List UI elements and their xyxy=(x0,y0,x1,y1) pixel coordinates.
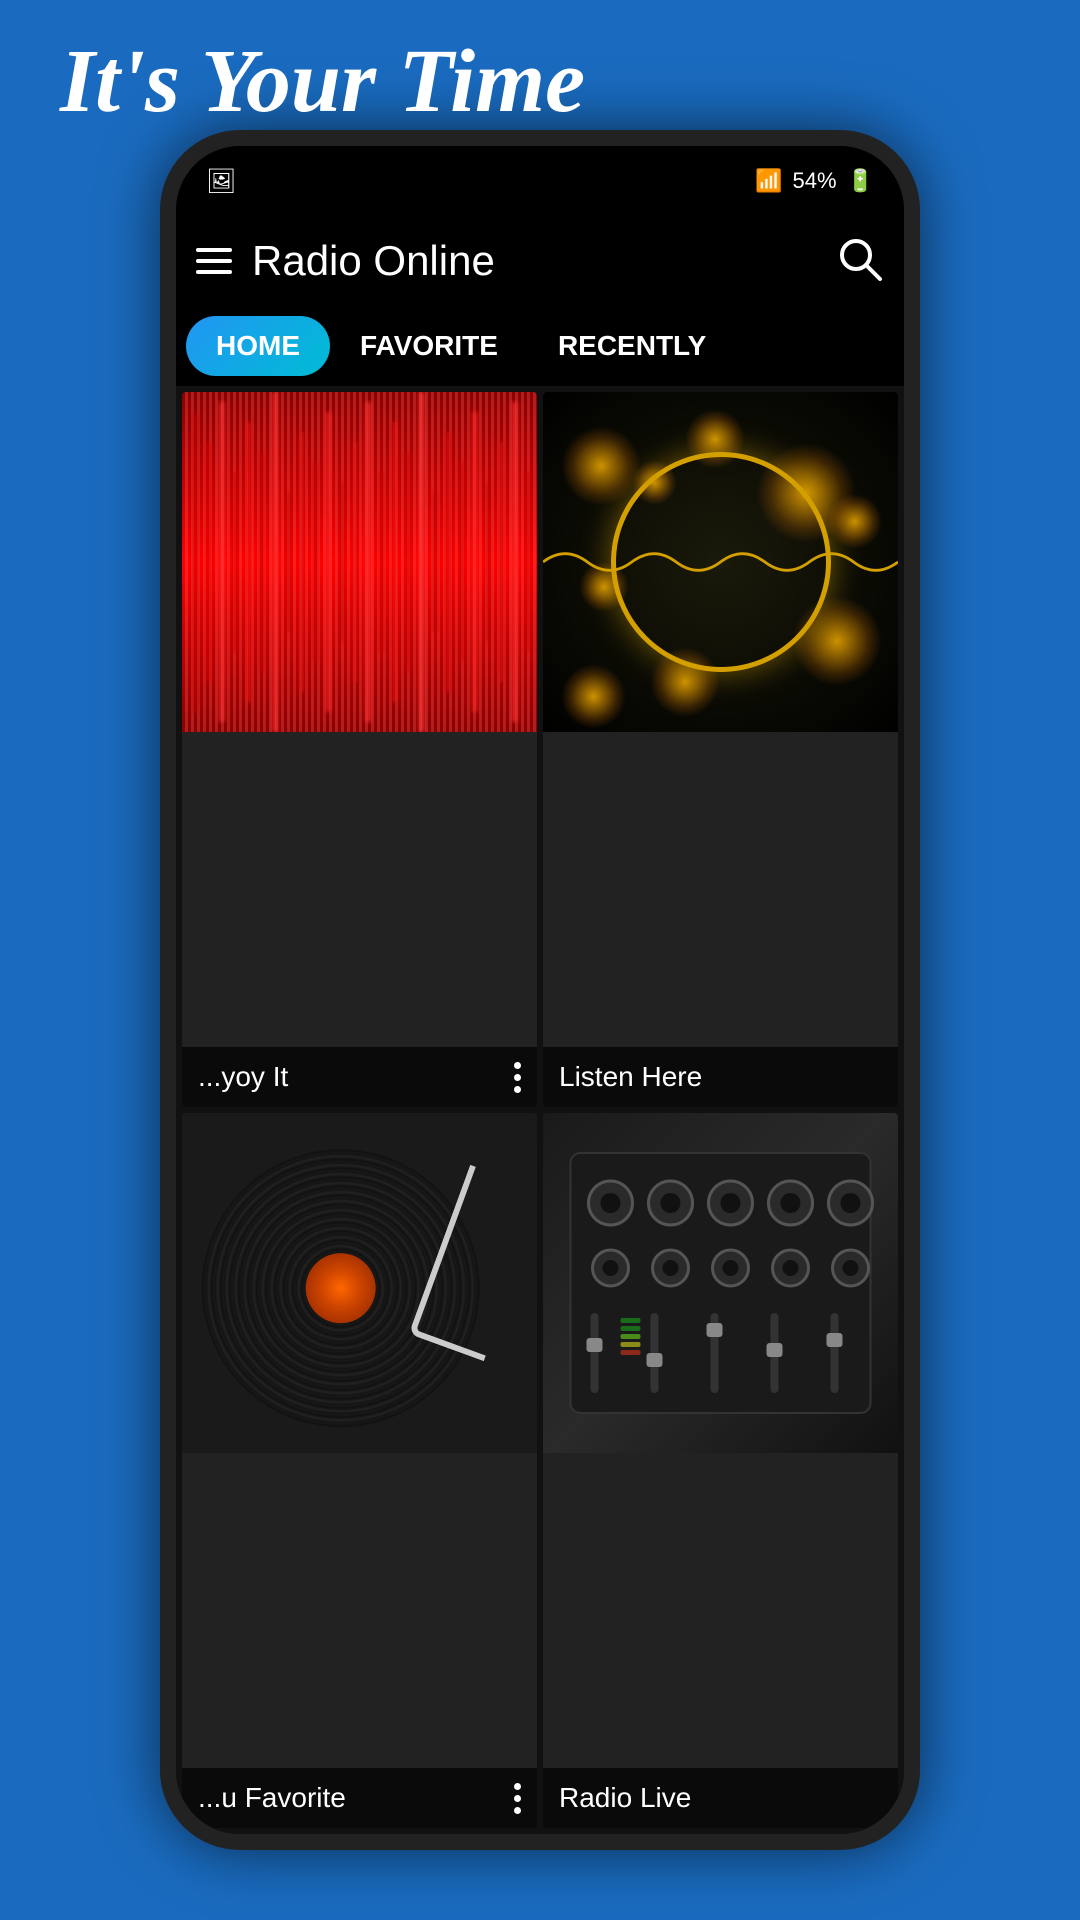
app-content: Radio Online HOME FAVORITE RECENTLY xyxy=(176,216,904,1834)
item-label-text-red-wave: ...yoy It xyxy=(198,1061,288,1093)
item-label-text-vinyl: ...u Favorite xyxy=(198,1782,346,1814)
battery-percent: 54% xyxy=(793,168,837,194)
hamburger-menu-button[interactable] xyxy=(196,248,232,274)
tabs-bar: HOME FAVORITE RECENTLY xyxy=(176,306,904,386)
item-label-vinyl: ...u Favorite xyxy=(182,1768,537,1828)
status-bar-left: 🖼 xyxy=(206,167,236,196)
grid-item-vinyl[interactable]: ...u Favorite xyxy=(182,1113,537,1828)
vinyl-background xyxy=(182,1113,537,1453)
red-wave-background xyxy=(182,392,537,732)
content-grid: ...yoy It xyxy=(176,386,904,1834)
notch xyxy=(430,146,650,186)
page-headline: It's Your Time xyxy=(60,30,585,133)
signal-icon: 📶 xyxy=(755,168,782,194)
item-label-red-wave: ...yoy It xyxy=(182,1047,537,1107)
grid-item-mixer[interactable]: Radio Live xyxy=(543,1113,898,1828)
item-more-button-1[interactable] xyxy=(514,1062,521,1093)
top-bar-right xyxy=(836,235,884,288)
battery-icon: 🔋 xyxy=(847,168,874,194)
grid-item-gold-bokeh[interactable]: Listen Here xyxy=(543,392,898,1107)
tab-recently[interactable]: RECENTLY xyxy=(528,316,736,376)
mixer-svg xyxy=(543,1113,898,1453)
gold-wave-svg xyxy=(543,540,898,584)
item-label-text-gold-bokeh: Listen Here xyxy=(559,1061,702,1093)
status-bar: 🖼 📶 54% 🔋 xyxy=(176,146,904,216)
item-more-button-3[interactable] xyxy=(514,1783,521,1814)
app-title: Radio Online xyxy=(252,237,495,285)
top-bar: Radio Online xyxy=(176,216,904,306)
vinyl-center xyxy=(297,1245,383,1331)
gold-bokeh-background xyxy=(543,392,898,732)
image-icon: 🖼 xyxy=(206,167,236,196)
top-bar-left: Radio Online xyxy=(196,237,495,285)
status-bar-right: 📶 54% 🔋 xyxy=(755,168,874,194)
tab-home[interactable]: HOME xyxy=(186,316,330,376)
item-label-mixer: Radio Live xyxy=(543,1768,898,1828)
search-button[interactable] xyxy=(836,235,884,288)
phone-frame: 🖼 📶 54% 🔋 Radio Online xyxy=(160,130,920,1850)
item-label-text-mixer: Radio Live xyxy=(559,1782,691,1814)
mixer-background xyxy=(543,1113,898,1453)
grid-item-red-wave[interactable]: ...yoy It xyxy=(182,392,537,1107)
item-label-gold-bokeh: Listen Here xyxy=(543,1047,898,1107)
tab-favorite[interactable]: FAVORITE xyxy=(330,316,528,376)
